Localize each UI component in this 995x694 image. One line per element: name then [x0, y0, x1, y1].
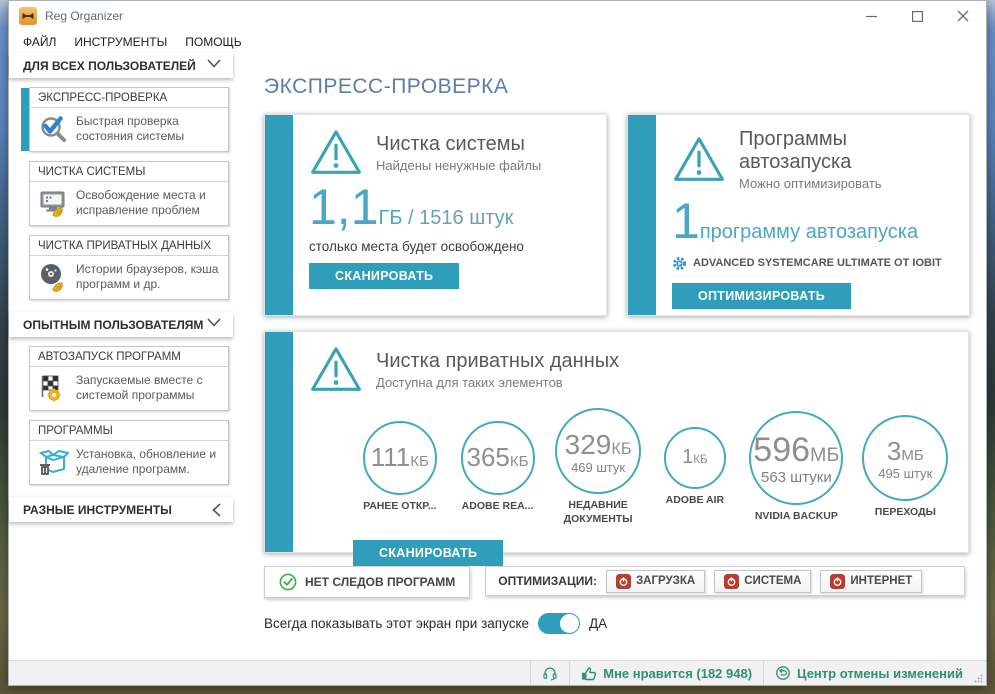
menu-tools[interactable]: ИНСТРУМЕНТЫ	[74, 35, 167, 49]
card-subtitle: Можно оптимизировать	[739, 176, 882, 191]
privacy-item[interactable]: 3МБ 495 штук ПЕРЕХОДЫ	[857, 414, 954, 520]
optimization-label: ЗАГРУЗКА	[635, 575, 696, 587]
like-label: Мне нравится (182 948)	[603, 665, 753, 681]
support-chat-button[interactable]	[530, 661, 569, 685]
status-bar: Мне нравится (182 948) Центр отмены изме…	[9, 660, 986, 685]
undo-center-label: Центр отмены изменений	[797, 665, 963, 681]
chevron-down-icon	[207, 59, 221, 68]
always-show-toggle[interactable]	[538, 613, 581, 634]
warning-triangle-icon	[672, 135, 726, 184]
no-traces-label: НЕТ СЛЕДОВ ПРОГРАММ	[305, 575, 456, 589]
title-bar: Reg Organizer	[9, 1, 986, 31]
chevron-left-icon	[212, 503, 221, 517]
privacy-item[interactable]: 596МБ 563 штуки NVIDIA BACKUP	[742, 410, 851, 524]
thumb-up-icon	[581, 666, 597, 681]
optimization-label: СИСТЕМА	[744, 575, 802, 587]
magnifier-check-icon	[37, 114, 69, 144]
privacy-item[interactable]: 365КБ ADOBE REA...	[453, 420, 543, 514]
undo-circle-icon	[775, 665, 791, 681]
main-content: ЭКСПРЕСС-ПРОВЕРКА Чистка системы Найдены…	[248, 53, 986, 661]
sidebar-item-desc: Освобождение места и исправление проблем	[76, 188, 206, 217]
always-show-label: Всегда показывать этот экран при запуске	[264, 616, 530, 631]
menu-file[interactable]: ФАЙЛ	[23, 35, 56, 49]
headphones-icon	[542, 665, 558, 681]
toggle-state-label: ДА	[589, 616, 608, 631]
menu-bar: ФАЙЛ ИНСТРУМЕНТЫ ПОМОЩЬ	[9, 31, 986, 53]
toggle-knob	[560, 614, 580, 633]
like-button[interactable]: Мне нравится (182 948)	[569, 661, 763, 685]
group-label: ДЛЯ ВСЕХ ПОЛЬЗОВАТЕЛЕЙ	[23, 58, 196, 73]
optimize-button[interactable]: ОПТИМИЗИРОВАТЬ	[672, 282, 852, 309]
monitor-brush-icon	[37, 188, 69, 218]
card-accent-stripe	[628, 115, 656, 315]
privacy-item[interactable]: 1КБ ADOBE AIR	[654, 426, 736, 508]
sidebar-item-desc: Запускаемые вместе с системой программы	[76, 373, 203, 402]
cleanup-note: столько места будет освобождено	[309, 238, 524, 254]
sidebar-group-all-users[interactable]: ДЛЯ ВСЕХ ПОЛЬЗОВАТЕЛЕЙ	[9, 53, 233, 78]
card-title: Чистка системы	[376, 132, 525, 155]
chevron-down-icon	[207, 318, 221, 327]
menu-help[interactable]: ПОМОЩЬ	[185, 35, 241, 49]
sidebar-group-misc-tools[interactable]: РАЗНЫЕ ИНСТРУМЕНТЫ	[9, 497, 233, 522]
sidebar: ДЛЯ ВСЕХ ПОЛЬЗОВАТЕЛЕЙ ЭКСПРЕСС-ПРОВЕРКА…	[9, 53, 233, 661]
sidebar-group-advanced-users[interactable]: ОПЫТНЫМ ПОЛЬЗОВАТЕЛЯМ	[9, 312, 233, 337]
autostart-entry: ADVANCED SYSTEMCARE ULTIMATE ОТ IOBIT	[672, 256, 955, 271]
sidebar-item-title: ЧИСТКА ПРИВАТНЫХ ДАННЫХ	[30, 236, 228, 256]
autostart-count-value: 1программу автозапуска	[672, 193, 919, 249]
group-label: РАЗНЫЕ ИНСТРУМЕНТЫ	[23, 502, 172, 517]
autostart-entry-label: ADVANCED SYSTEMCARE ULTIMATE ОТ IOBIT	[693, 257, 942, 269]
sidebar-item-desc: Установка, обновление и удаление програм…	[76, 447, 217, 476]
gear-icon	[672, 256, 687, 271]
privacy-cleanup-card: Чистка приватных данных Доступна для так…	[264, 331, 969, 567]
sidebar-item-private-data-cleanup[interactable]: ЧИСТКА ПРИВАТНЫХ ДАННЫХ Истории браузеро…	[29, 235, 229, 300]
sidebar-item-title: ПРОГРАММЫ	[30, 421, 228, 441]
flag-gear-icon	[37, 373, 69, 403]
warning-triangle-icon	[309, 128, 363, 177]
sidebar-item-programs[interactable]: ПРОГРАММЫ Установка, обновление и удален…	[29, 420, 229, 485]
window-title: Reg Organizer	[45, 9, 124, 23]
maximize-button[interactable]	[894, 1, 940, 31]
card-title: Чистка приватных данных	[376, 349, 620, 372]
privacy-items: 111КБ РАНЕЕ ОТКР... 365КБ ADOBE REA... 3…	[353, 408, 954, 526]
sidebar-item-title: ЧИСТКА СИСТЕМЫ	[30, 162, 228, 182]
disc-brush-icon	[37, 262, 69, 292]
sidebar-item-desc: Быстрая проверка состояния системы	[76, 114, 185, 143]
minimize-button[interactable]	[848, 1, 894, 31]
card-accent-stripe	[265, 332, 293, 552]
scan-privacy-button[interactable]: СКАНИРОВАТЬ	[353, 540, 504, 567]
card-subtitle: Найдены ненужные файлы	[376, 157, 542, 173]
card-title: Программы автозапуска	[739, 128, 852, 173]
sidebar-item-title: ЭКСПРЕСС-ПРОВЕРКА	[30, 88, 228, 108]
card-accent-stripe	[265, 115, 293, 315]
sidebar-item-title: АВТОЗАПУСК ПРОГРАММ	[30, 347, 228, 367]
undo-center-button[interactable]: Центр отмены изменений	[763, 661, 974, 685]
card-subtitle: Доступна для таких элементов	[376, 374, 563, 390]
group-label: ОПЫТНЫМ ПОЛЬЗОВАТЕЛЯМ	[23, 317, 204, 332]
privacy-item[interactable]: 111КБ РАНЕЕ ОТКР...	[353, 420, 447, 514]
page-title: ЭКСПРЕСС-ПРОВЕРКА	[264, 75, 509, 98]
app-window: Reg Organizer ФАЙЛ ИНСТРУМЕНТЫ ПОМОЩЬ ДЛ…	[8, 0, 987, 686]
box-trash-icon	[37, 447, 69, 477]
cleanup-size-value: 1,1ГБ / 1516 штук	[309, 179, 514, 235]
active-item-accent	[21, 88, 29, 151]
sidebar-item-desc: Истории браузеров, кэша программ и др.	[76, 262, 219, 291]
scan-system-button[interactable]: СКАНИРОВАТЬ	[309, 262, 460, 289]
warning-triangle-icon	[309, 345, 363, 394]
privacy-item[interactable]: 329КБ 469 штук НЕДАВНИЕ ДОКУМЕНТЫ	[548, 408, 647, 526]
app-logo-icon	[19, 7, 37, 25]
system-cleanup-card: Чистка системы Найдены ненужные файлы 1,…	[264, 114, 607, 316]
sidebar-item-autostart[interactable]: АВТОЗАПУСК ПРОГРАММ Запускаемые вместе с…	[29, 346, 229, 411]
optimization-label: ИНТЕРНЕТ	[850, 575, 913, 587]
sidebar-item-system-cleanup[interactable]: ЧИСТКА СИСТЕМЫ Освобождение места и испр…	[29, 161, 229, 226]
resize-grip[interactable]	[974, 674, 984, 683]
sidebar-item-express-check[interactable]: ЭКСПРЕСС-ПРОВЕРКА Быстрая проверка состо…	[21, 87, 229, 152]
close-button[interactable]	[940, 1, 986, 31]
autostart-card: Программы автозапуска Можно оптимизирова…	[627, 114, 970, 316]
